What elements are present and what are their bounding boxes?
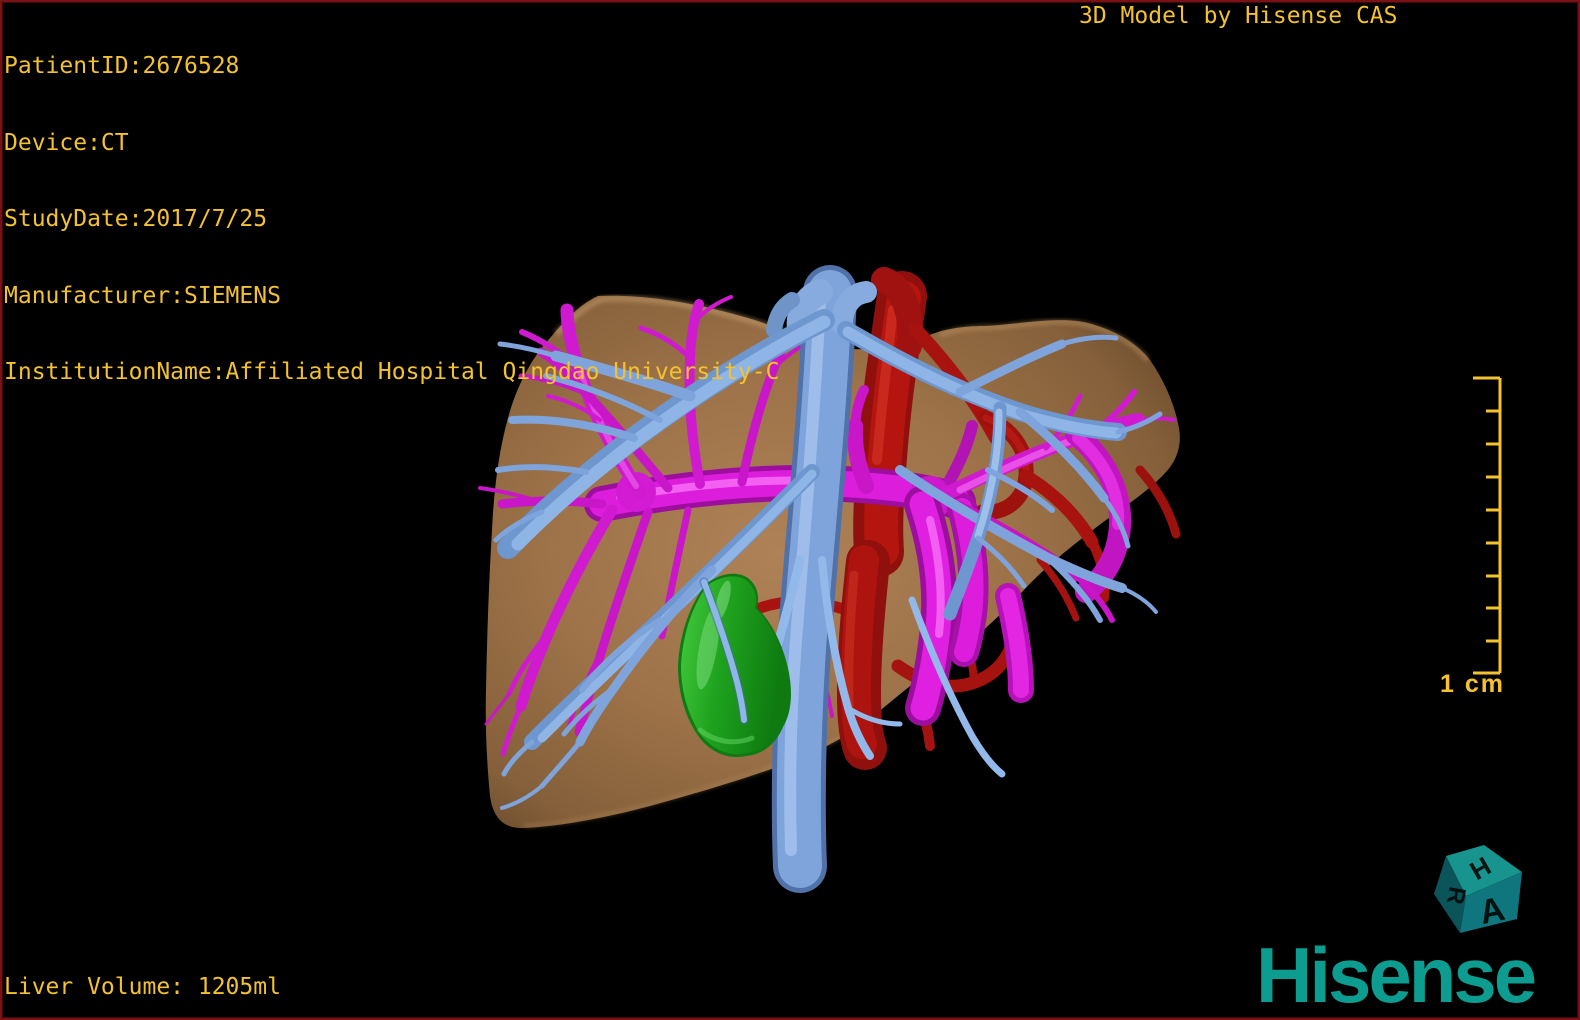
liver-volume-text: Liver Volume: 1205ml: [4, 974, 281, 1000]
app-window: 1 cm H R A PatientID:2676528 Device:CT S…: [0, 0, 1580, 1020]
study-date-text: StudyDate:2017/7/25: [4, 206, 268, 232]
watermark-text: 3D Model by Hisense CAS: [1079, 3, 1398, 29]
scale-bar-label: 1 cm: [1440, 670, 1505, 698]
scale-bar: 1 cm: [1440, 376, 1505, 698]
patient-info-block: PatientID:2676528 Device:CT StudyDate:20…: [4, 3, 779, 437]
institution-text: InstitutionName:Affiliated Hospital Qing…: [4, 359, 780, 385]
hisense-logo: Hisense: [1256, 931, 1537, 1019]
orientation-cube[interactable]: H R A: [1434, 845, 1522, 933]
patient-id-text: PatientID:2676528: [4, 53, 240, 79]
device-text: Device:CT: [4, 129, 129, 156]
manufacturer-text: Manufacturer:SIEMENS: [4, 282, 281, 309]
